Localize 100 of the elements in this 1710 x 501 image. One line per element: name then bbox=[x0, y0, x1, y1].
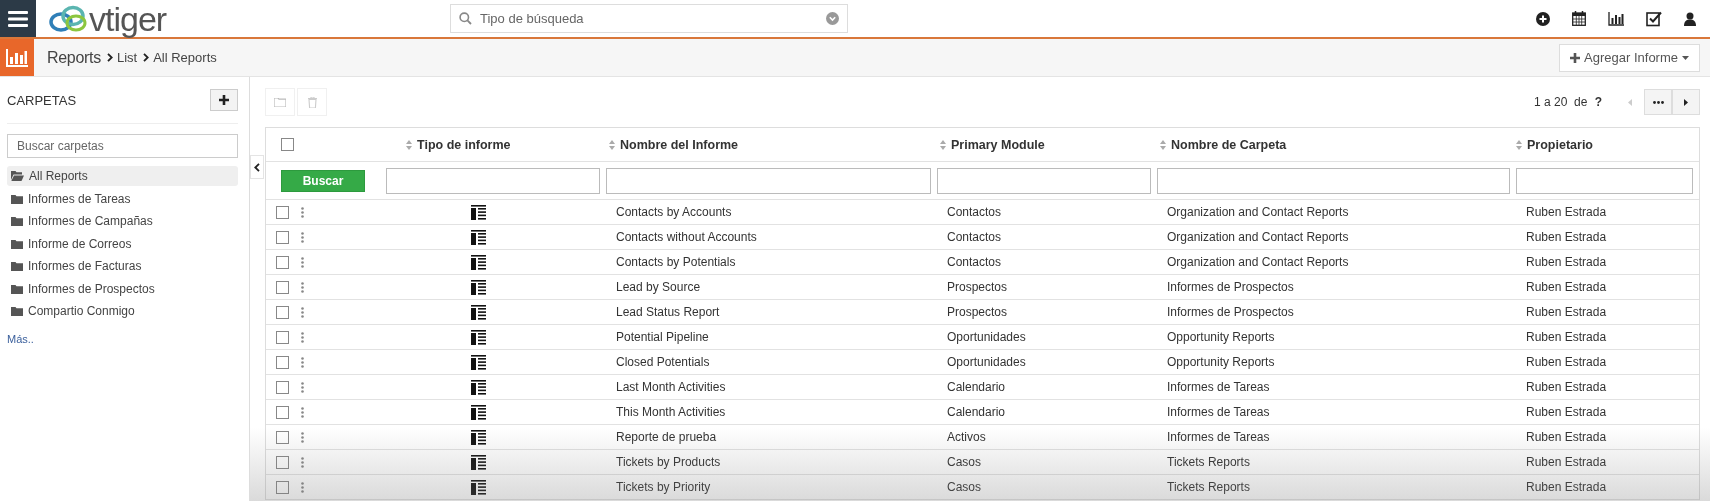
column-header[interactable]: Primary Module bbox=[951, 137, 1045, 152]
folder-search-field[interactable]: Buscar carpetas bbox=[7, 134, 238, 158]
table-cell-text: Prospectos bbox=[946, 305, 1009, 319]
column-header[interactable]: Propietario bbox=[1527, 137, 1593, 152]
more-actions-icon[interactable] bbox=[301, 456, 304, 468]
report-detail-icon bbox=[471, 329, 486, 345]
checkbox[interactable] bbox=[276, 430, 289, 444]
checkbox[interactable] bbox=[276, 405, 289, 419]
collapse-sidebar-button[interactable] bbox=[250, 155, 264, 179]
more-actions-icon[interactable] bbox=[301, 481, 304, 493]
table-cell-text: Ruben Estrada bbox=[1525, 330, 1608, 344]
table-cell[interactable]: Last Month Activities bbox=[606, 380, 937, 394]
add-report-button[interactable]: Agregar Informe bbox=[1559, 43, 1700, 72]
calendar-icon[interactable] bbox=[1572, 11, 1586, 26]
checkbox[interactable] bbox=[281, 138, 294, 151]
checkbox[interactable] bbox=[276, 230, 289, 244]
sort-icon[interactable] bbox=[609, 139, 615, 150]
bar-chart-icon[interactable] bbox=[1608, 11, 1624, 26]
folder-item[interactable]: Informes de Campañas bbox=[7, 211, 238, 231]
folder-icon bbox=[11, 283, 23, 294]
more-actions-icon[interactable] bbox=[301, 231, 304, 243]
plus-icon bbox=[219, 95, 229, 105]
menu-icon bbox=[8, 10, 28, 27]
folder-item[interactable]: Compartio Conmigo bbox=[7, 301, 238, 321]
folder-item[interactable]: Informe de Correos bbox=[7, 233, 238, 254]
user-icon[interactable] bbox=[1684, 11, 1696, 26]
search-box[interactable]: Tipo de búsqueda bbox=[450, 4, 848, 33]
more-actions-icon[interactable] bbox=[301, 431, 304, 443]
more-actions-icon[interactable] bbox=[301, 306, 304, 318]
table-cell[interactable]: This Month Activities bbox=[606, 405, 937, 419]
table-cell[interactable]: Tickets by Products bbox=[606, 455, 937, 469]
table-cell[interactable]: Closed Potentials bbox=[606, 355, 937, 369]
add-icon[interactable] bbox=[1536, 11, 1550, 26]
table-cell-text: Tickets Reports bbox=[1166, 480, 1251, 494]
checkbox[interactable] bbox=[276, 380, 289, 394]
report-detail-icon bbox=[471, 479, 486, 495]
more-actions-icon[interactable] bbox=[301, 381, 304, 393]
more-link[interactable]: Más.. bbox=[7, 332, 34, 345]
more-actions-icon[interactable] bbox=[301, 281, 304, 293]
folder-item[interactable]: Informes de Tareas bbox=[7, 188, 238, 209]
column-filter-field[interactable] bbox=[937, 167, 1151, 194]
table-cell-text: Ruben Estrada bbox=[1525, 480, 1608, 494]
more-actions-icon[interactable] bbox=[301, 256, 304, 268]
checkbox[interactable] bbox=[276, 480, 289, 494]
checkbox[interactable] bbox=[276, 255, 289, 269]
page-jump-button[interactable] bbox=[1644, 89, 1672, 115]
sort-icon[interactable] bbox=[1516, 139, 1522, 150]
table-cell-text: Contactos bbox=[946, 255, 1003, 269]
table-cell-text: Ruben Estrada bbox=[1525, 380, 1608, 394]
sort-icon[interactable] bbox=[940, 139, 946, 150]
table-cell-text: Ruben Estrada bbox=[1525, 230, 1608, 244]
column-header[interactable]: Tipo de informe bbox=[417, 137, 511, 152]
menu-button[interactable] bbox=[0, 0, 36, 37]
module-link[interactable]: Reports bbox=[47, 48, 101, 67]
table-cell-text: Ruben Estrada bbox=[1525, 430, 1608, 444]
sort-icon[interactable] bbox=[1160, 139, 1166, 150]
column-filter-field[interactable] bbox=[1516, 167, 1693, 194]
column-filter-field[interactable] bbox=[606, 167, 931, 194]
more-actions-icon[interactable] bbox=[301, 331, 304, 343]
folder-item[interactable]: Informes de Prospectos bbox=[7, 278, 238, 299]
checkbox[interactable] bbox=[276, 280, 289, 294]
breadcrumb-link[interactable]: All Reports bbox=[153, 50, 217, 65]
checkbox[interactable] bbox=[276, 355, 289, 369]
checkbox[interactable] bbox=[276, 305, 289, 319]
table-cell[interactable]: Contacts by Potentials bbox=[606, 255, 937, 269]
checkbox[interactable] bbox=[276, 330, 289, 344]
column-header[interactable]: Nombre del Informe bbox=[620, 137, 739, 152]
table-cell-text: Informes de Tareas bbox=[1166, 380, 1271, 394]
table-cell[interactable]: Tickets by Priority bbox=[606, 480, 937, 494]
breadcrumb-link[interactable]: List bbox=[116, 50, 138, 65]
more-actions-icon[interactable] bbox=[301, 206, 304, 218]
report-detail-icon bbox=[471, 254, 486, 270]
folder-icon bbox=[11, 216, 23, 226]
folder-icon bbox=[11, 171, 24, 181]
more-actions-icon[interactable] bbox=[301, 406, 304, 418]
column-filter-field[interactable] bbox=[386, 167, 600, 194]
checkbox[interactable] bbox=[276, 205, 289, 219]
checkbox-tick-icon[interactable] bbox=[1646, 10, 1662, 27]
table-cell[interactable]: Contacts without Accounts bbox=[606, 230, 937, 244]
add-folder-button[interactable] bbox=[210, 89, 238, 111]
dropdown-icon[interactable] bbox=[826, 12, 839, 25]
more-actions-icon[interactable] bbox=[301, 356, 304, 368]
checkbox[interactable] bbox=[276, 455, 289, 469]
table-cell[interactable]: Contacts by Accounts bbox=[606, 205, 937, 219]
folder-item[interactable]: Informes de Facturas bbox=[7, 256, 238, 276]
report-detail-icon bbox=[471, 429, 486, 445]
table-cell[interactable]: Lead by Source bbox=[606, 280, 937, 294]
sort-icon[interactable] bbox=[406, 139, 412, 150]
folder-item[interactable]: All Reports bbox=[7, 166, 238, 186]
column-filter-field[interactable] bbox=[1157, 167, 1510, 194]
folder-icon bbox=[11, 193, 23, 204]
table-cell-text: Casos bbox=[946, 455, 982, 469]
reports-module-tile[interactable] bbox=[0, 39, 34, 76]
next-page-button[interactable] bbox=[1672, 89, 1700, 115]
table-cell-text: Ruben Estrada bbox=[1525, 355, 1608, 369]
table-cell[interactable]: Reporte de prueba bbox=[606, 430, 937, 444]
column-header[interactable]: Nombre de Carpeta bbox=[1171, 137, 1287, 152]
table-cell[interactable]: Lead Status Report bbox=[606, 305, 937, 319]
table-cell-text: Informes de Tareas bbox=[1166, 405, 1271, 419]
table-cell[interactable]: Potential Pipeline bbox=[606, 330, 937, 344]
